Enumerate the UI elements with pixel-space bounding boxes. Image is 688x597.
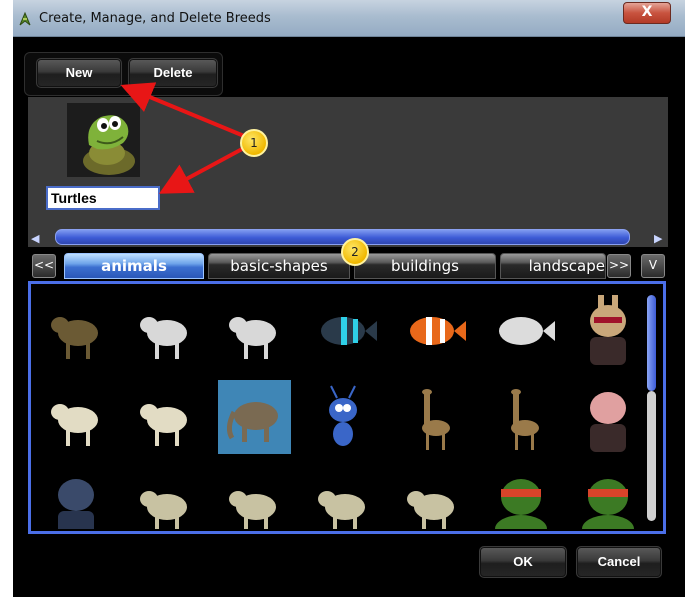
model-thumbnail-cartoon-ant[interactable] <box>307 380 380 454</box>
model-thumbnail-dog[interactable] <box>129 380 202 454</box>
vertical-scrollbar-track[interactable] <box>647 391 656 521</box>
ok-button[interactable]: OK <box>479 546 567 578</box>
new-button[interactable]: New <box>36 58 122 88</box>
annotation-marker-1: 1 <box>240 129 268 157</box>
vertical-scrollbar-thumb[interactable] <box>647 295 656 391</box>
model-thumbnail-wolf[interactable] <box>307 467 380 529</box>
model-thumbnail-giraffe[interactable] <box>396 380 469 454</box>
breed-name-field[interactable] <box>46 186 160 210</box>
model-thumbnail-wolf[interactable] <box>129 467 202 529</box>
model-thumbnail-polar-bear[interactable] <box>129 293 202 367</box>
tabs-prev-button[interactable]: << <box>32 254 56 278</box>
model-thumbnail-white-fish[interactable] <box>485 293 558 367</box>
tabs-expand-button[interactable]: V <box>641 254 665 278</box>
close-button[interactable]: X <box>623 2 671 24</box>
scroll-left-arrow-icon[interactable]: ◀ <box>31 232 39 245</box>
title-bar: Create, Manage, and Delete Breeds X <box>13 0 685 37</box>
scroll-right-arrow-icon[interactable]: ▶ <box>654 232 662 245</box>
tab-basic-shapes[interactable]: basic-shapes <box>208 253 350 279</box>
cancel-button[interactable]: Cancel <box>576 546 662 578</box>
model-thumbnail-clownfish[interactable] <box>396 293 469 367</box>
window-title: Create, Manage, and Delete Breeds <box>39 11 271 26</box>
model-thumbnail-elephant[interactable] <box>218 380 291 454</box>
delete-button[interactable]: Delete <box>128 58 218 88</box>
model-thumbnail-polar-bear[interactable] <box>218 293 291 367</box>
breed-preview-turtle[interactable] <box>67 103 140 177</box>
tab-landscape[interactable]: landscape <box>500 253 606 279</box>
model-thumbnail-striped-fish[interactable] <box>307 293 380 367</box>
model-thumbnail-ninja-turtle[interactable] <box>485 467 558 529</box>
annotation-marker-2: 2 <box>341 238 369 266</box>
model-thumbnail-dog[interactable] <box>40 380 113 454</box>
tabs-next-button[interactable]: >> <box>607 254 631 278</box>
app-icon <box>19 11 31 26</box>
model-thumbnail-penguin-diver[interactable] <box>40 467 113 529</box>
model-thumbnail-giraffe[interactable] <box>485 380 558 454</box>
horizontal-scrollbar-thumb[interactable] <box>55 229 630 245</box>
turtle-icon <box>67 103 140 177</box>
model-thumbnail-wolf[interactable] <box>396 467 469 529</box>
model-thumbnail-bear[interactable] <box>40 293 113 367</box>
tab-buildings[interactable]: buildings <box>354 253 496 279</box>
model-thumbnail-wolf[interactable] <box>218 467 291 529</box>
model-thumbnail-bunny-suit-character[interactable] <box>572 293 645 367</box>
tab-animals[interactable]: animals <box>64 253 204 279</box>
model-thumbnail-ninja-turtle[interactable] <box>572 467 645 529</box>
model-thumbnail-pig-creature[interactable] <box>572 380 645 454</box>
